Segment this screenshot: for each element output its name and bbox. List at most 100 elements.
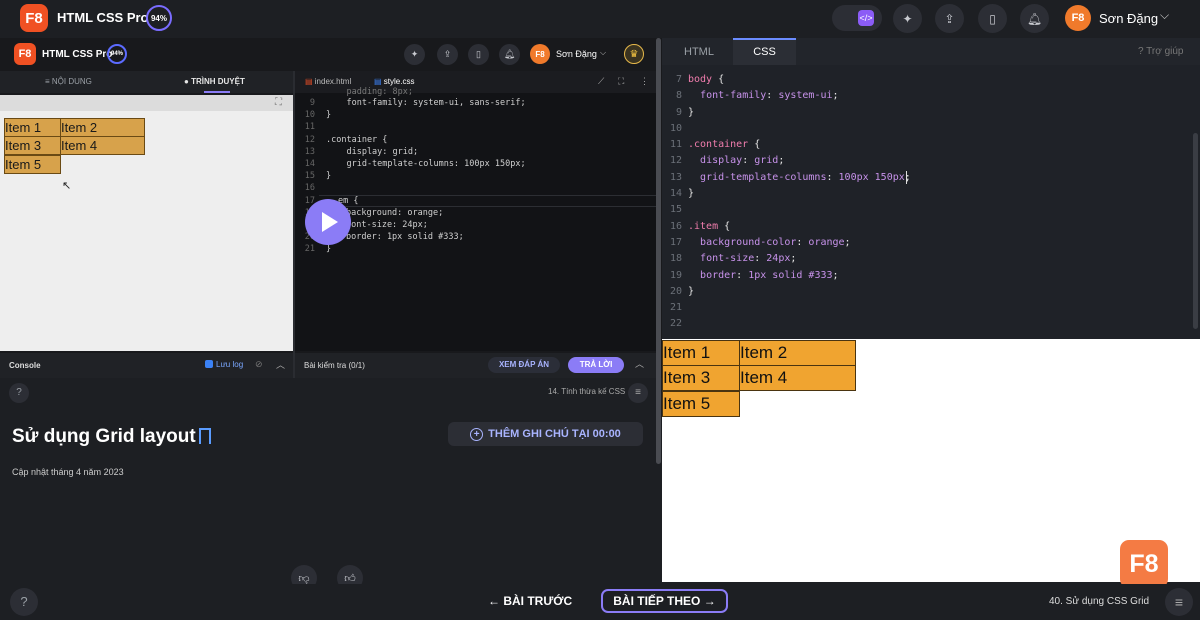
code-token: 24px <box>766 253 791 265</box>
inner-bell-icon: 🔔︎ <box>499 44 520 65</box>
next-lesson-button[interactable]: BÀI TIẾP THEO → <box>601 589 728 613</box>
line-number: 13 <box>669 171 682 183</box>
pane-splitter <box>293 71 295 378</box>
tab-css[interactable]: CSS <box>733 38 796 65</box>
line-number: 9 <box>675 106 682 118</box>
line-number: 7 <box>675 74 682 85</box>
code-line: } <box>688 105 911 121</box>
play-button[interactable] <box>305 199 351 245</box>
f8-logo[interactable]: F8 <box>20 4 48 32</box>
add-note-button[interactable]: + THÊM GHI CHÚ TẠI 00:00 <box>448 422 643 446</box>
code-token: : <box>826 171 839 183</box>
tab-content: ≡ NỘI DUNG <box>45 77 92 86</box>
tab-browser-label: TRÌNH DUYỆT <box>191 77 245 86</box>
collapse-icon: ︿ <box>276 360 286 370</box>
browser-icon: ● <box>184 77 192 86</box>
plus-circle-icon: + <box>470 427 484 441</box>
code-line: body { <box>688 72 911 88</box>
updated-date: Cập nhật tháng 4 năm 2023 <box>12 467 124 477</box>
menu-icon[interactable]: ≡ <box>1165 588 1193 616</box>
line-number: 20 <box>669 285 682 297</box>
browser-preview: ⛶ Item 1 Item 2 Item 3 Item 4 Item 5 ↖ <box>0 95 293 351</box>
left-scrollbar[interactable] <box>656 38 661 464</box>
code-token: : <box>766 90 779 102</box>
tab-underline <box>204 91 230 93</box>
code-line: } <box>688 186 911 202</box>
tab-html[interactable]: HTML <box>684 46 714 58</box>
user-name[interactable]: Sơn Đặng <box>1099 11 1158 26</box>
lesson-title: Sử dụng Grid layout <box>12 426 196 447</box>
code-line: } <box>326 171 332 182</box>
chevron-down-icon[interactable]: ⌵ <box>1160 8 1169 23</box>
console-label: Console <box>9 361 41 370</box>
footer-help-icon[interactable]: ? <box>10 588 38 616</box>
css-code[interactable]: body { font-family: system-ui;} .containe… <box>688 72 911 333</box>
inner-progress-ring: 94% <box>107 44 127 64</box>
result-preview: Item 1 Item 2 Item 3 Item 4 Item 5 F8 <box>662 339 1200 588</box>
left-tabs: ≡ NỘI DUNG ● TRÌNH DUYỆT <box>0 71 293 93</box>
sidebar-toggle-icon[interactable]: ▯ <box>978 4 1007 33</box>
f8-watermark: F8 <box>1120 540 1168 588</box>
help-label: Trợ giúp <box>1146 46 1184 57</box>
code-token: ; <box>832 90 839 102</box>
code-toggle[interactable]: </> <box>832 5 882 31</box>
line-number: 15 <box>669 204 682 216</box>
code-token: ; <box>844 236 851 248</box>
lesson-ref: 14. Tính thừa kế CSS <box>548 387 626 396</box>
code-line: border: 1px solid #333; <box>688 268 911 284</box>
code-token: font-size <box>700 253 755 265</box>
code-line: background: orange; <box>346 207 444 218</box>
code-token: background-color <box>700 236 797 248</box>
code-token: font-family <box>700 90 767 102</box>
inner-f8-logo: F8 <box>14 43 36 65</box>
code-line: grid-template-columns: 100px 150px; <box>326 158 526 169</box>
preview-item: Item 3 <box>4 136 61 155</box>
top-bar: F8 HTML CSS Pro 94% </> ✦ ⇪ ▯ 🔔︎ F8 Sơn … <box>0 0 1200 36</box>
code-token: { <box>748 139 761 151</box>
fullscreen-icon: ⛶ <box>618 76 625 86</box>
code-line: font-family: system-ui; <box>688 88 911 104</box>
code-line: } <box>326 110 332 121</box>
code-token: } <box>688 106 695 118</box>
code-token: .item <box>688 220 719 232</box>
prev-lesson-button[interactable]: ← BÀI TRƯỚC <box>488 594 572 608</box>
right-scrollbar[interactable] <box>1193 133 1198 329</box>
line-number: 10 <box>669 122 682 134</box>
rocket-icon[interactable]: ✦ <box>893 4 922 33</box>
bell-icon[interactable]: 🔔︎ <box>1020 4 1049 33</box>
magic-icon: ⟋ <box>598 76 605 86</box>
code-token: ; <box>778 155 785 167</box>
line-number: 21 <box>669 302 682 314</box>
code-editor: ▤ index.html ▤ style.css ⟋ ⛶ ⋮ padding: … <box>295 71 656 351</box>
line-number: 21 <box>304 244 315 255</box>
code-line: } <box>688 284 911 300</box>
css-panel: HTML CSS ? Trợ giúp 7 8 9 10 11 12 13 14… <box>662 38 1200 339</box>
code-line: display: grid; <box>688 153 911 169</box>
progress-ring: 94% <box>146 5 172 31</box>
result-item: Item 5 <box>662 391 740 417</box>
play-icon <box>322 212 338 232</box>
bookmark-icon[interactable] <box>199 428 211 444</box>
help-link[interactable]: ? Trợ giúp <box>1138 46 1183 57</box>
avatar[interactable]: F8 <box>1065 5 1091 31</box>
preview-item: Item 2 <box>60 118 145 137</box>
code-token: 1px solid #333 <box>748 269 833 281</box>
line-number: 9 <box>309 98 315 108</box>
footer: ? ← BÀI TRƯỚC BÀI TIẾP THEO → 40. Sử dụn… <box>0 584 1200 620</box>
code-token: border <box>700 269 737 281</box>
clear-icon: ⊘ <box>255 359 263 369</box>
lesson-list-icon[interactable]: ≡ <box>628 383 648 403</box>
code-line: .container { <box>688 137 911 153</box>
code-line: .item { <box>688 219 911 235</box>
inner-chevron-icon: ⌵ <box>600 48 607 57</box>
line-number: 10 <box>304 110 315 121</box>
code-token: : <box>796 236 809 248</box>
view-answer-button: XEM ĐÁP ÁN <box>488 357 560 373</box>
share-icon[interactable]: ⇪ <box>935 4 964 33</box>
help-icon[interactable]: ? <box>9 383 29 403</box>
